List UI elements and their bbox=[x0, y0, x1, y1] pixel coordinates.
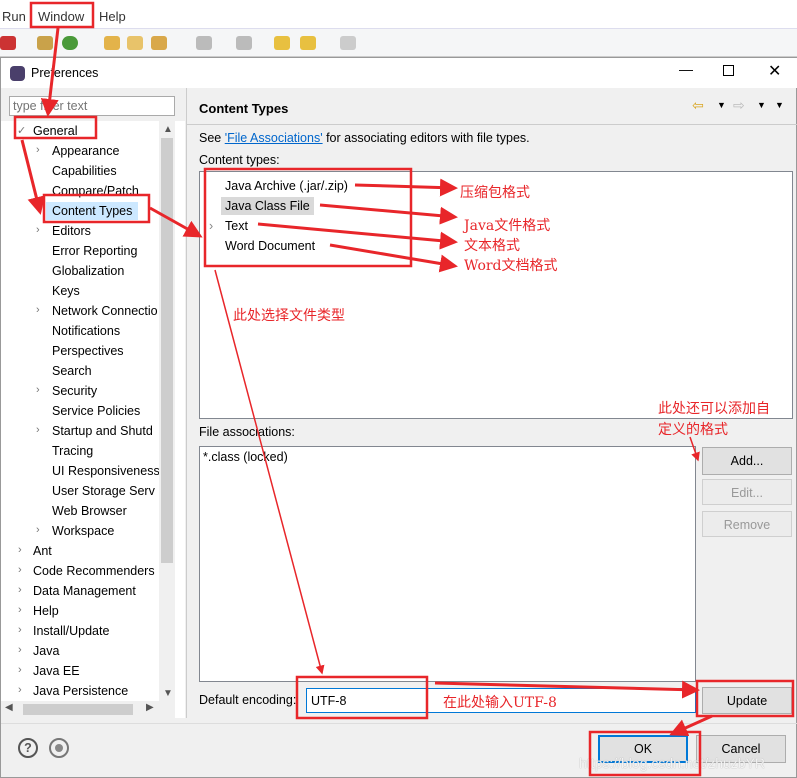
annotation-custom-2: 定义的格式 bbox=[658, 422, 728, 438]
arrow bbox=[354, 178, 458, 197]
arrow bbox=[319, 203, 458, 225]
annotation-select: 此处选择文件类型 bbox=[233, 308, 345, 324]
annotation-overlay bbox=[13, 1, 795, 777]
highlight-content-types bbox=[42, 193, 151, 224]
annotation-archive: 压缩包格式 bbox=[460, 185, 530, 201]
annotation-word: Word文档格式 bbox=[464, 258, 558, 274]
highlight-general bbox=[13, 115, 98, 140]
highlight-window-menu bbox=[29, 1, 95, 29]
annotation-text: 文本格式 bbox=[464, 238, 520, 254]
highlight-update bbox=[695, 679, 795, 718]
arrow bbox=[329, 243, 458, 273]
arrow bbox=[434, 680, 700, 699]
arrow bbox=[20, 139, 46, 215]
arrow bbox=[40, 27, 60, 117]
annotation-class: Java文件格式 bbox=[464, 218, 551, 234]
arrow bbox=[257, 222, 458, 250]
arrow bbox=[149, 206, 203, 238]
annotation-input: 在此处输入UTF-8 bbox=[443, 695, 557, 711]
annotation-custom-1: 此处还可以添加自 bbox=[658, 401, 770, 417]
highlight-content-list bbox=[203, 167, 413, 268]
highlight-encoding bbox=[295, 675, 429, 720]
arrow bbox=[689, 436, 700, 462]
highlight-ok bbox=[588, 730, 702, 777]
arrow bbox=[214, 269, 325, 675]
